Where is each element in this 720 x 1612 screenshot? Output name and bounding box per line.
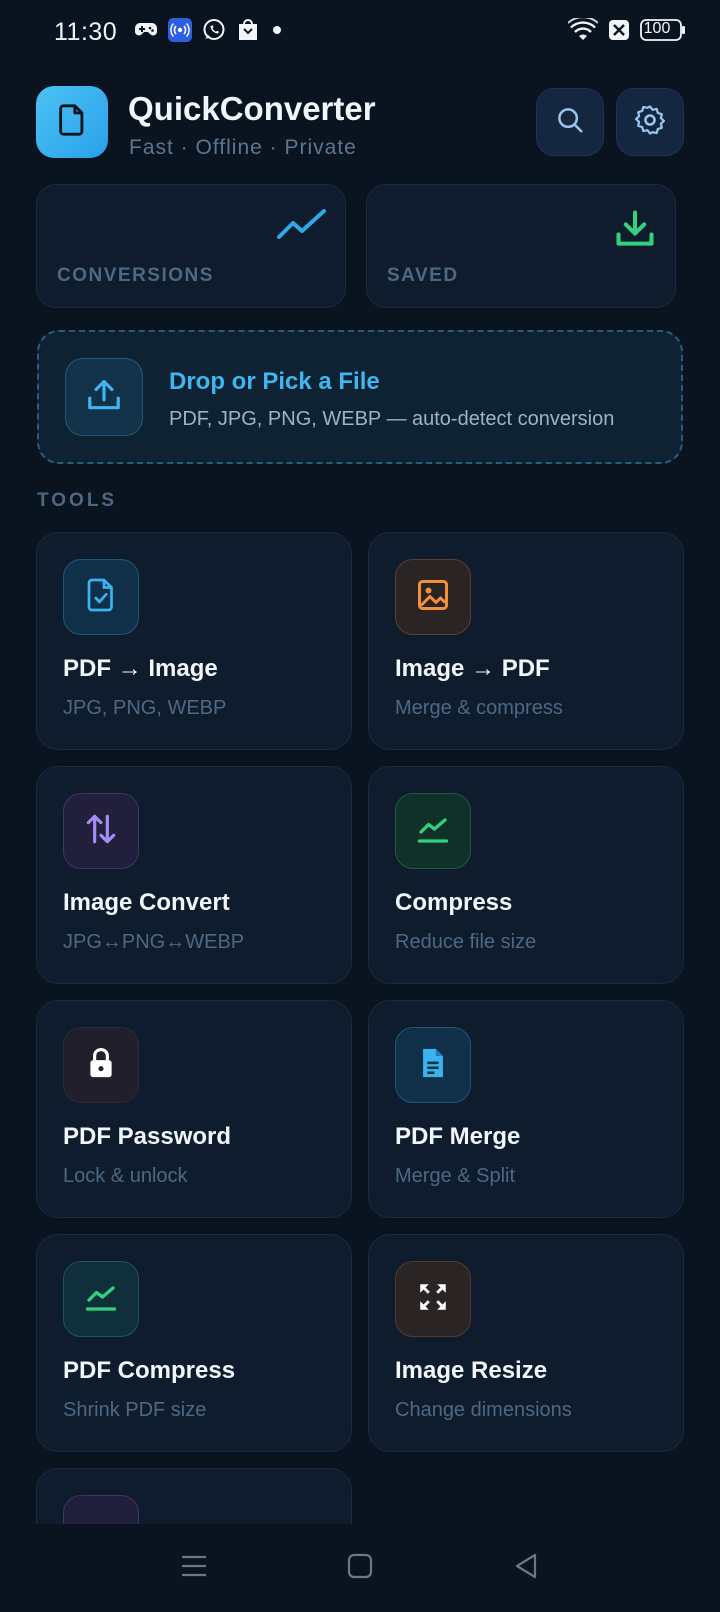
chart-line-icon bbox=[83, 1279, 119, 1320]
navigation-bar bbox=[0, 1524, 720, 1612]
file-check-icon bbox=[83, 577, 119, 618]
app-subtitle: Fast · Offline · Private bbox=[129, 136, 357, 159]
tool-compress[interactable]: Compress Reduce file size bbox=[368, 766, 684, 984]
stat-card-saved[interactable]: SAVED bbox=[366, 184, 676, 308]
document-icon bbox=[416, 1046, 450, 1085]
tool-subtitle: Merge & compress bbox=[395, 697, 563, 719]
tool-subtitle: JPG, PNG, WEBP bbox=[63, 697, 227, 719]
lock-icon bbox=[84, 1046, 118, 1085]
drop-zone-title: Drop or Pick a File bbox=[169, 368, 380, 395]
tool-image-to-pdf[interactable]: Image → PDF Merge & compress bbox=[368, 532, 684, 750]
stat-card-conversions[interactable]: CONVERSIONS bbox=[36, 184, 346, 308]
tool-title: PDF → Image bbox=[63, 655, 218, 682]
gamepad-icon bbox=[134, 20, 158, 45]
tool-pdf-password[interactable]: PDF Password Lock & unlock bbox=[36, 1000, 352, 1218]
menu-icon bbox=[180, 1552, 208, 1585]
image-icon bbox=[415, 577, 451, 618]
whatsapp-icon bbox=[202, 18, 226, 47]
no-sim-icon bbox=[608, 19, 630, 46]
app-logo bbox=[36, 86, 108, 158]
tool-title: Image Convert bbox=[63, 889, 230, 916]
chart-line-icon bbox=[415, 811, 451, 852]
gear-icon bbox=[633, 103, 667, 142]
broadcast-icon bbox=[168, 17, 192, 47]
battery-level: 100 bbox=[643, 20, 671, 37]
download-icon bbox=[613, 207, 657, 256]
tool-pdf-merge[interactable]: PDF Merge Merge & Split bbox=[368, 1000, 684, 1218]
upload-icon bbox=[85, 376, 123, 419]
tool-pdf-to-image[interactable]: PDF → Image JPG, PNG, WEBP bbox=[36, 532, 352, 750]
notification-icons bbox=[134, 17, 284, 47]
trend-up-icon bbox=[277, 207, 327, 248]
tool-image-resize[interactable]: Image Resize Change dimensions bbox=[368, 1234, 684, 1452]
file-drop-zone[interactable]: Drop or Pick a File PDF, JPG, PNG, WEBP … bbox=[37, 330, 683, 464]
tool-icon-box bbox=[63, 1027, 139, 1103]
tool-icon-box bbox=[63, 793, 139, 869]
tool-subtitle: Change dimensions bbox=[395, 1399, 572, 1421]
stat-label: SAVED bbox=[387, 265, 459, 286]
tool-subtitle: JPG↔PNG↔WEBP bbox=[63, 931, 245, 953]
recent-apps-button[interactable] bbox=[170, 1544, 218, 1592]
drop-zone-subtitle: PDF, JPG, PNG, WEBP — auto-detect conver… bbox=[169, 408, 615, 430]
tool-icon-box bbox=[395, 559, 471, 635]
tool-title: Image Resize bbox=[395, 1357, 548, 1384]
expand-icon bbox=[416, 1280, 450, 1319]
tool-title: Compress bbox=[395, 889, 513, 916]
system-icons: 100 bbox=[567, 15, 686, 47]
back-button[interactable] bbox=[502, 1544, 550, 1592]
tool-image-convert[interactable]: Image Convert JPG↔PNG↔WEBP bbox=[36, 766, 352, 984]
swap-vertical-icon bbox=[82, 810, 120, 853]
tool-pdf-compress[interactable]: PDF Compress Shrink PDF size bbox=[36, 1234, 352, 1452]
app-header: QuickConverter Fast · Offline · Private bbox=[36, 86, 684, 162]
tool-subtitle: Shrink PDF size bbox=[63, 1399, 207, 1421]
settings-button[interactable] bbox=[616, 88, 684, 156]
tool-title: PDF Compress bbox=[63, 1357, 236, 1384]
tool-card-partial[interactable] bbox=[36, 1468, 352, 1524]
tool-icon-box bbox=[63, 1261, 139, 1337]
app-title: QuickConverter bbox=[128, 90, 376, 127]
tool-subtitle: Merge & Split bbox=[395, 1165, 516, 1187]
search-button[interactable] bbox=[536, 88, 604, 156]
dot-icon bbox=[270, 23, 284, 42]
tool-title: Image → PDF bbox=[395, 655, 550, 682]
search-icon bbox=[555, 105, 585, 140]
tools-section-label: TOOLS bbox=[37, 490, 118, 511]
partial-icon bbox=[86, 1516, 116, 1525]
tool-icon-box bbox=[63, 559, 139, 635]
wifi-icon bbox=[567, 15, 599, 47]
shop-bag-icon bbox=[236, 18, 260, 47]
home-button[interactable] bbox=[336, 1544, 384, 1592]
tool-title: PDF Merge bbox=[395, 1123, 521, 1150]
tool-icon-box bbox=[395, 1261, 471, 1337]
tool-icon-box bbox=[63, 1495, 139, 1524]
tool-icon-box bbox=[395, 1027, 471, 1103]
status-bar: 11:30 100 bbox=[0, 0, 720, 64]
stat-label: CONVERSIONS bbox=[57, 265, 214, 286]
tool-title: PDF Password bbox=[63, 1123, 232, 1150]
back-triangle-icon bbox=[512, 1552, 540, 1585]
tools-grid: PDF → Image JPG, PNG, WEBP Image → PDF M… bbox=[36, 532, 684, 1524]
status-time: 11:30 bbox=[54, 18, 118, 46]
square-icon bbox=[347, 1553, 373, 1584]
upload-button[interactable] bbox=[65, 358, 143, 436]
file-icon bbox=[55, 103, 89, 142]
tool-icon-box bbox=[395, 793, 471, 869]
tool-subtitle: Lock & unlock bbox=[63, 1165, 188, 1187]
tool-subtitle: Reduce file size bbox=[395, 931, 537, 953]
